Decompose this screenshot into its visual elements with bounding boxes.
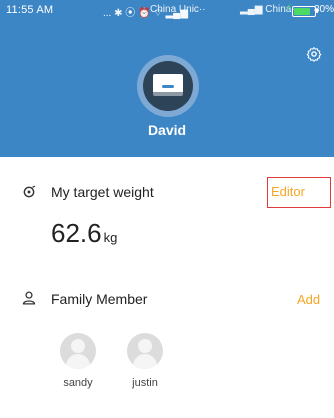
username: David (147, 122, 187, 138)
add-member-button[interactable]: Add (297, 292, 320, 307)
carrier-1: China Unic·· (150, 4, 206, 15)
person-icon (22, 291, 36, 305)
member-avatar (60, 333, 96, 369)
weight-number: 62.6 (51, 218, 102, 248)
target-weight-title: My target weight (51, 184, 154, 200)
target-icon (23, 185, 36, 198)
status-time: 11:55 AM (6, 4, 54, 16)
family-member-title: Family Member (51, 291, 148, 307)
target-weight-value: 62.6 kg (51, 218, 117, 249)
member-sandy[interactable]: sandy (56, 333, 100, 389)
profile-header: 11:55 AM ... ✱ ⦿ ⏰ ⌔ ▂▄▆ China Unic·· ▂▄… (0, 0, 334, 157)
member-name: sandy (63, 377, 93, 389)
status-bar: 11:55 AM ... ✱ ⦿ ⏰ ⌔ ▂▄▆ China Unic·· ▂▄… (0, 0, 334, 22)
editor-button[interactable]: Editor (271, 184, 305, 199)
battery-icon (292, 6, 318, 17)
battery-percent: 80% (314, 4, 334, 15)
charging-icon: ⚡ (285, 3, 293, 14)
weight-unit: kg (103, 230, 118, 245)
gear-icon[interactable] (306, 46, 322, 62)
member-justin[interactable]: justin (123, 333, 167, 389)
member-name: justin (132, 377, 158, 389)
avatar[interactable] (137, 55, 199, 117)
avatar-image (143, 61, 193, 111)
member-avatar (127, 333, 163, 369)
